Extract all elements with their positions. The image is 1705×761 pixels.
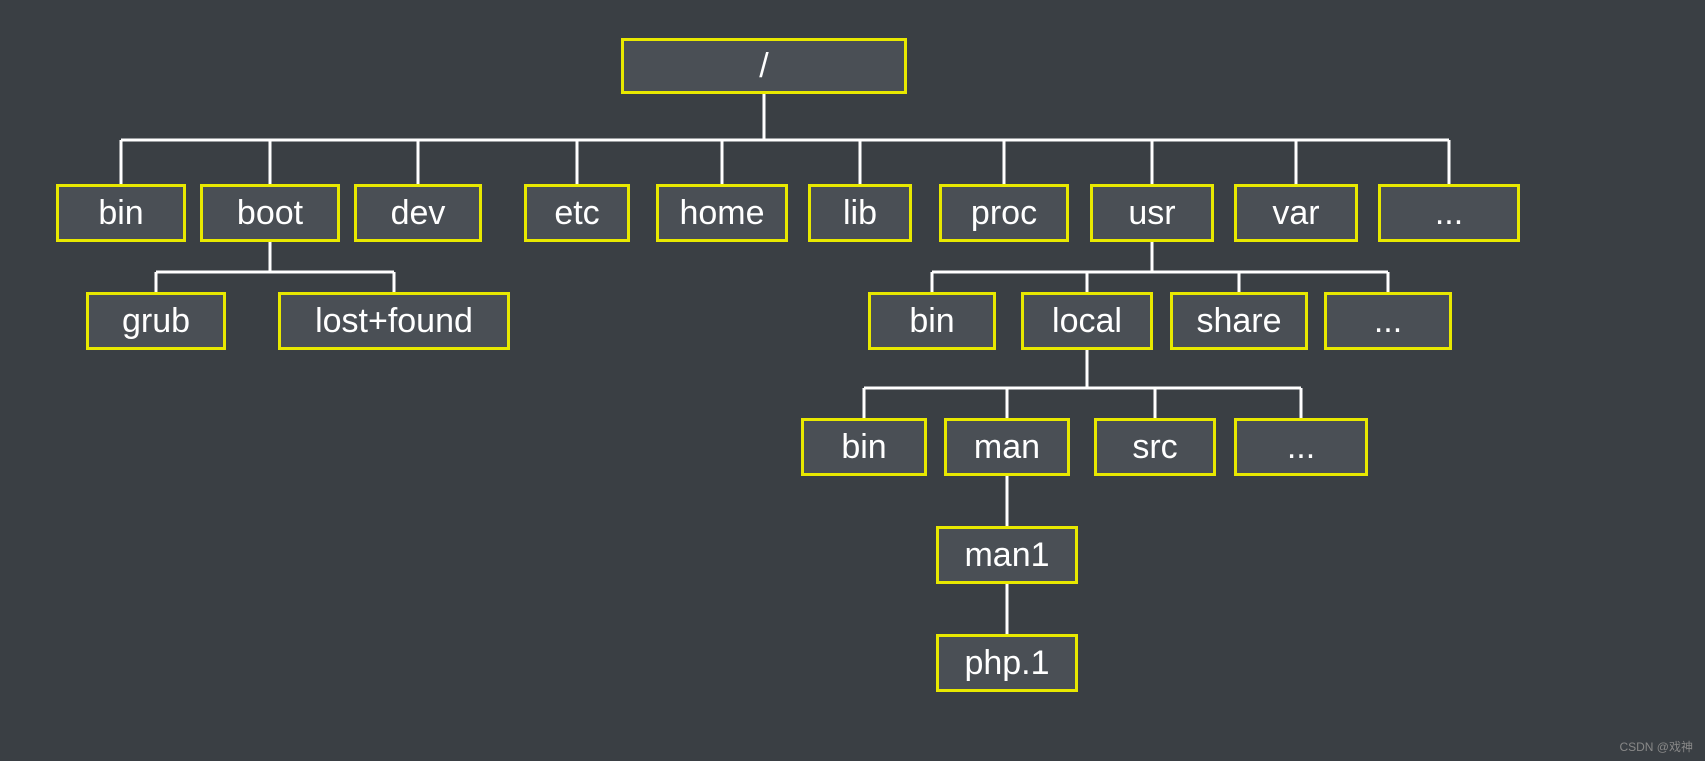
node-lbin: bin xyxy=(801,418,927,476)
node-bin: bin xyxy=(56,184,186,242)
node-grub: grub xyxy=(86,292,226,350)
node-root: / xyxy=(621,38,907,94)
node-lib: lib xyxy=(808,184,912,242)
watermark: CSDN @戏神 xyxy=(1619,738,1693,755)
node-lmore: ... xyxy=(1234,418,1368,476)
node-php1: php.1 xyxy=(936,634,1078,692)
node-home: home xyxy=(656,184,788,242)
connector-lines xyxy=(0,0,1705,761)
node-var: var xyxy=(1234,184,1358,242)
node-man: man xyxy=(944,418,1070,476)
node-more1: ... xyxy=(1378,184,1520,242)
node-lostfound: lost+found xyxy=(278,292,510,350)
node-umore: ... xyxy=(1324,292,1452,350)
node-etc: etc xyxy=(524,184,630,242)
node-proc: proc xyxy=(939,184,1069,242)
node-local: local xyxy=(1021,292,1153,350)
node-src: src xyxy=(1094,418,1216,476)
node-man1: man1 xyxy=(936,526,1078,584)
node-boot: boot xyxy=(200,184,340,242)
node-dev: dev xyxy=(354,184,482,242)
node-usr: usr xyxy=(1090,184,1214,242)
node-ubin: bin xyxy=(868,292,996,350)
node-share: share xyxy=(1170,292,1308,350)
